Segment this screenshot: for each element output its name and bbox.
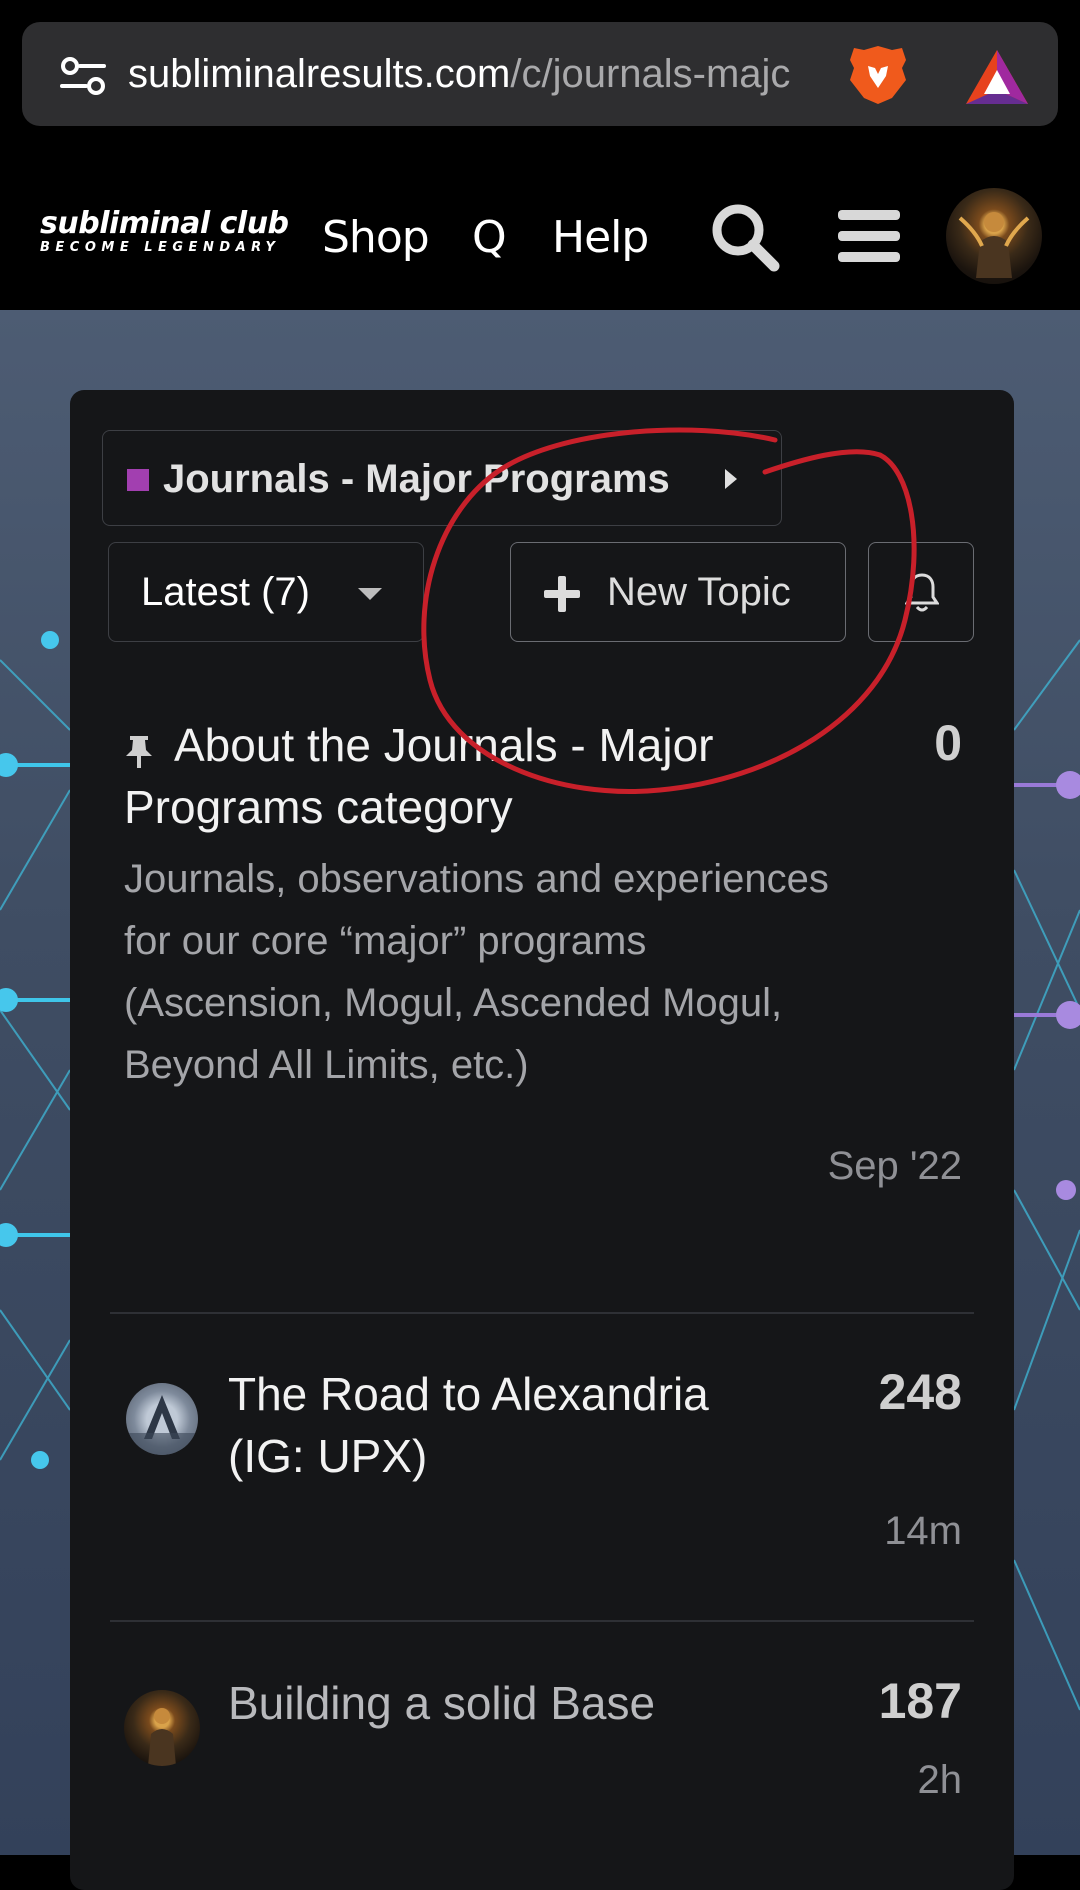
topic-divider [110, 1620, 974, 1622]
poster-avatar[interactable] [126, 1383, 198, 1455]
url-domain: subliminalresults.com [128, 52, 511, 96]
topic-row[interactable]: The Road to Alexandria (IG: UPX) 248 14m [70, 1363, 1014, 1585]
site-logo[interactable]: subliminal club BECOME LEGENDARY [40, 206, 289, 268]
topic-activity-time[interactable]: Sep '22 [828, 1140, 962, 1192]
search-icon[interactable] [708, 200, 780, 272]
nav-help[interactable]: Help [552, 210, 649, 266]
brave-shields-icon[interactable] [848, 44, 908, 106]
new-topic-button[interactable]: New Topic [510, 542, 846, 642]
site-header: subliminal club BECOME LEGENDARY Shop Q … [0, 150, 1080, 310]
user-avatar[interactable] [946, 188, 1042, 284]
topic-reply-count: 187 [878, 1673, 962, 1729]
url-text[interactable]: subliminalresults.com/c/journals-majc [128, 46, 848, 102]
caret-right-icon [725, 469, 737, 489]
topic-title[interactable]: Building a solid Base [228, 1672, 788, 1734]
bell-icon [905, 573, 939, 612]
url-path: /c/journals-majc [510, 52, 791, 96]
chevron-down-icon [358, 588, 382, 600]
avatar-figure-icon [958, 212, 1030, 278]
topic-title[interactable]: The Road to Alexandria (IG: UPX) [228, 1363, 788, 1487]
topic-activity-time[interactable]: 2h [918, 1754, 963, 1806]
plus-icon [544, 576, 580, 612]
latest-filter-dropdown[interactable]: Latest (7) [108, 542, 424, 642]
nav-q[interactable]: Q [472, 210, 507, 266]
notifications-button[interactable] [868, 542, 974, 642]
category-breadcrumb[interactable]: Journals - Major Programs [102, 430, 782, 526]
site-settings-icon[interactable] [60, 56, 106, 96]
topic-row[interactable]: Building a solid Base 187 2h [70, 1672, 1014, 1872]
category-color-badge [127, 469, 149, 491]
topic-excerpt: Journals, observations and experiences f… [124, 857, 829, 1087]
browser-toolbar: subliminalresults.com/c/journals-majc [0, 0, 1080, 150]
avatar-a-logo-icon [126, 1395, 198, 1455]
brave-rewards-icon[interactable] [964, 48, 1030, 106]
topic-reply-count: 248 [878, 1364, 962, 1420]
hamburger-menu-icon[interactable] [838, 208, 900, 264]
poster-avatar[interactable] [124, 1690, 200, 1766]
topic-reply-count: 0 [934, 715, 962, 771]
logo-title: subliminal club [40, 206, 289, 241]
logo-tagline: BECOME LEGENDARY [40, 240, 281, 255]
new-topic-label: New Topic [607, 570, 791, 614]
avatar-figure-icon [148, 1708, 176, 1766]
topic-row-pinned[interactable]: About the Journals - Major Programs cate… [70, 715, 1014, 1192]
filter-label: Latest (7) [141, 570, 310, 614]
topic-divider [110, 1312, 974, 1314]
nav-shop[interactable]: Shop [322, 210, 430, 266]
topic-activity-time[interactable]: 14m [884, 1505, 962, 1557]
topic-title[interactable]: About the Journals - Major Programs cate… [124, 714, 824, 838]
address-bar[interactable]: subliminalresults.com/c/journals-majc [22, 22, 1058, 126]
category-name: Journals - Major Programs [163, 457, 670, 501]
category-topic-list-card: Journals - Major Programs Latest (7) New… [70, 390, 1014, 1890]
